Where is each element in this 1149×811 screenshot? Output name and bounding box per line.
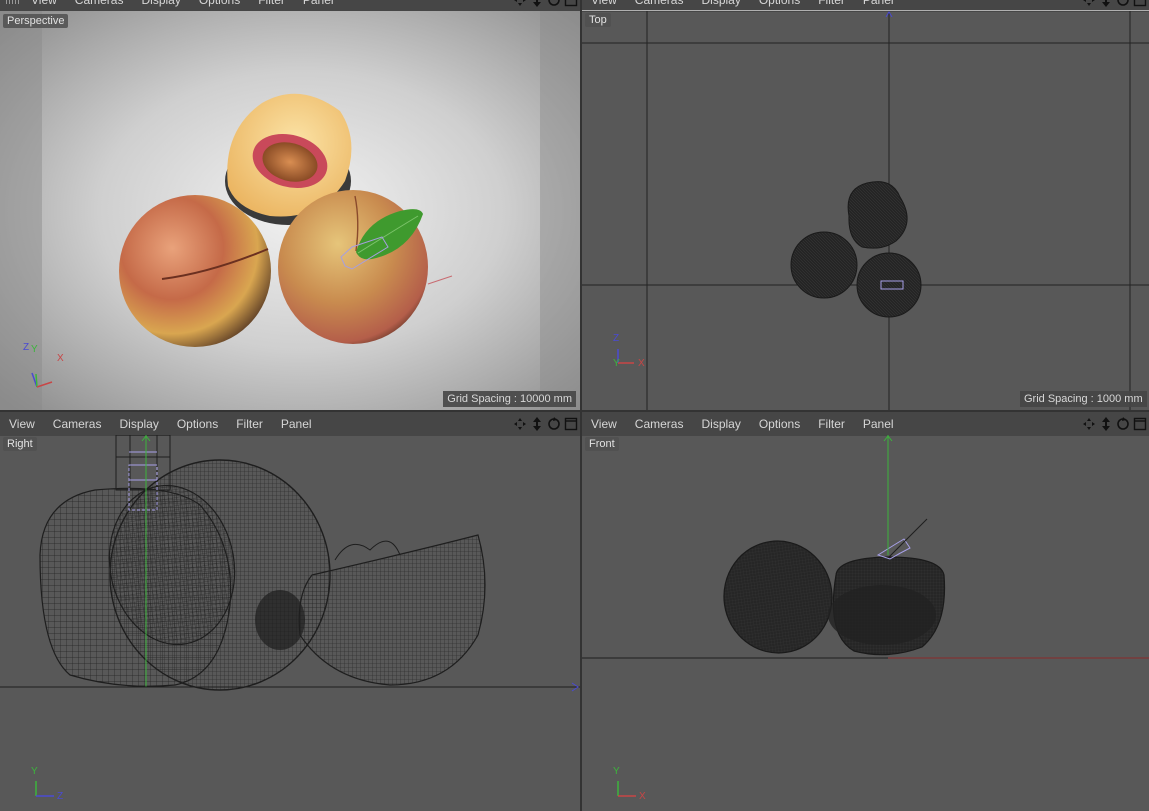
maximize-icon[interactable]	[1133, 417, 1147, 431]
menu-filter[interactable]: Filter	[249, 0, 294, 7]
axis-label-y: Y	[31, 766, 38, 777]
top-view[interactable]: Z Y X Top Grid Spacing : 1000 mm	[582, 10, 1149, 410]
move-icon[interactable]	[1082, 0, 1096, 7]
menu-panel[interactable]: Panel	[854, 0, 903, 7]
viewport-label-right[interactable]: Right	[3, 437, 37, 451]
viewport-right[interactable]: View Cameras Display Options Filter Pane…	[0, 412, 580, 811]
viewport-divider-horizontal[interactable]	[0, 410, 1149, 412]
maximize-icon[interactable]	[564, 0, 578, 7]
menu-cameras[interactable]: Cameras	[44, 417, 111, 431]
menu-filter[interactable]: Filter	[809, 417, 854, 431]
axis-label-y: Y	[31, 344, 38, 355]
rotate-icon[interactable]	[547, 417, 561, 431]
menu-display[interactable]: Display	[692, 0, 749, 7]
axis-gizmo-right	[35, 781, 54, 797]
menu-options[interactable]: Options	[750, 417, 809, 431]
menu-cameras[interactable]: Cameras	[626, 417, 693, 431]
perspective-scene	[0, 11, 580, 410]
menu-options[interactable]: Options	[190, 0, 249, 7]
menu-view[interactable]: View	[0, 417, 44, 431]
viewport-label-top[interactable]: Top	[585, 13, 611, 27]
front-scene	[582, 435, 1149, 797]
top-scene	[582, 11, 1149, 410]
viewport-front[interactable]: View Cameras Display Options Filter Pane…	[582, 412, 1149, 811]
menu-options[interactable]: Options	[750, 0, 809, 7]
axis-label-x: X	[57, 353, 64, 364]
wire-half-peach	[847, 181, 908, 249]
menu-display[interactable]: Display	[132, 0, 189, 7]
menu-panel[interactable]: Panel	[294, 0, 343, 7]
wire-half-peach	[828, 585, 936, 645]
viewport-top[interactable]: View Cameras Display Options Filter Pane…	[582, 0, 1149, 410]
zoom-icon[interactable]	[1099, 0, 1113, 7]
menu-view[interactable]: View	[22, 0, 66, 7]
axis-label-y: Y	[613, 358, 620, 369]
selection-box	[876, 538, 911, 560]
axis-label-x: X	[639, 791, 646, 802]
viewport-label-front[interactable]: Front	[585, 437, 619, 451]
axis-gizmo-front	[617, 781, 636, 797]
viewport-perspective[interactable]: View Cameras Display Options Filter Pane…	[0, 0, 580, 410]
move-icon[interactable]	[513, 417, 527, 431]
menu-cameras[interactable]: Cameras	[66, 0, 133, 7]
menu-options[interactable]: Options	[168, 417, 227, 431]
move-icon[interactable]	[513, 0, 527, 7]
menubar-front: View Cameras Display Options Filter Pane…	[582, 412, 1149, 436]
grid-spacing-label: Grid Spacing : 1000 mm	[1020, 391, 1147, 407]
axis-label-z: Z	[613, 333, 620, 344]
wire-peach-right	[856, 252, 922, 318]
rotate-icon[interactable]	[1116, 417, 1130, 431]
right-scene	[0, 435, 580, 797]
axis-label-x: X	[638, 358, 645, 369]
panel-grip-icon[interactable]	[6, 0, 20, 4]
axis-label-z: Z	[23, 342, 30, 353]
rotate-icon[interactable]	[1116, 0, 1130, 7]
zoom-icon[interactable]	[530, 0, 544, 7]
move-icon[interactable]	[1082, 417, 1096, 431]
viewport-divider-vertical[interactable]	[580, 0, 582, 811]
menu-filter[interactable]: Filter	[809, 0, 854, 7]
menu-panel[interactable]: Panel	[272, 417, 321, 431]
rotate-icon[interactable]	[547, 0, 561, 7]
menu-cameras[interactable]: Cameras	[626, 0, 693, 7]
axis-gizmo-top	[617, 349, 634, 364]
axis-label-y: Y	[613, 766, 620, 777]
grid-spacing-label: Grid Spacing : 10000 mm	[443, 391, 576, 407]
menu-view[interactable]: View	[582, 0, 626, 7]
right-view[interactable]: Y Z Right	[0, 435, 580, 811]
menu-display[interactable]: Display	[692, 417, 749, 431]
menu-panel[interactable]: Panel	[854, 417, 903, 431]
nav-icons	[513, 412, 580, 436]
nav-icons	[1082, 412, 1149, 436]
wire-peach-left	[790, 231, 858, 299]
maximize-icon[interactable]	[564, 417, 578, 431]
zoom-icon[interactable]	[1099, 417, 1113, 431]
maximize-icon[interactable]	[1133, 0, 1147, 7]
menu-display[interactable]: Display	[110, 417, 167, 431]
menubar-right: View Cameras Display Options Filter Pane…	[0, 412, 580, 436]
peach-left	[119, 195, 271, 347]
menu-view[interactable]: View	[582, 417, 626, 431]
front-view[interactable]: Y X Front	[582, 435, 1149, 811]
zoom-icon[interactable]	[530, 417, 544, 431]
viewport-label-perspective[interactable]: Perspective	[3, 14, 69, 28]
menu-filter[interactable]: Filter	[227, 417, 272, 431]
perspective-view[interactable]: Z Y X Perspective Grid Spacing : 10000 m…	[0, 11, 580, 410]
wire-peach-left	[723, 540, 833, 654]
axis-label-z: Z	[57, 791, 64, 802]
